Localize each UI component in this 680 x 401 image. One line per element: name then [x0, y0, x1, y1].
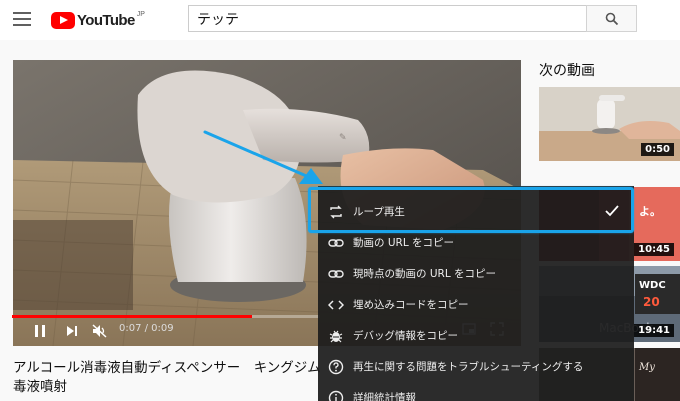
menu-item-label: 詳細統計情報 [353, 392, 416, 401]
embed-icon [328, 297, 344, 313]
help-icon [328, 359, 344, 375]
video-duration: 19:41 [634, 324, 674, 337]
video-duration: 0:50 [641, 143, 674, 156]
menu-icon[interactable] [13, 12, 31, 26]
volume-muted-icon[interactable] [92, 324, 108, 338]
logo-region: JP [136, 10, 145, 18]
link-icon [328, 266, 344, 282]
up-next-label: 次の動画 [539, 63, 595, 79]
search-button[interactable] [586, 5, 637, 32]
up-next-thumbnail[interactable]: 0:50 [539, 87, 680, 161]
time-display: 0:07 / 0:09 [119, 323, 174, 334]
menu-item-label: 埋め込みコードをコピー [353, 299, 469, 311]
masthead: YouTube JP テッテ [0, 0, 680, 40]
search-input[interactable]: テッテ [188, 5, 587, 32]
menu-item-label: 動画の URL をコピー [353, 237, 455, 249]
info-icon [328, 390, 344, 401]
youtube-play-icon [51, 11, 75, 29]
search-icon [605, 12, 618, 25]
next-icon[interactable] [66, 324, 78, 338]
menu-item-copy-url-at-time[interactable]: 現時点の動画の URL をコピー [318, 258, 634, 289]
menu-item-stats[interactable]: 詳細統計情報 [318, 382, 634, 401]
logo-text: YouTube [77, 11, 135, 29]
link-icon [328, 235, 344, 251]
pause-icon[interactable] [34, 324, 46, 338]
menu-item-troubleshoot[interactable]: 再生に関する問題をトラブルシューティングする [318, 351, 634, 382]
svg-text:よ。: よ。 [639, 205, 661, 218]
highlight-box [308, 187, 634, 233]
menu-item-label: 再生に関する問題をトラブルシューティングする [353, 361, 584, 373]
svg-text:WDC: WDC [639, 280, 666, 291]
video-title: アルコール消毒液自動ディスペンサー キングジム 毒液噴射 [13, 360, 321, 395]
youtube-logo[interactable]: YouTube JP [51, 10, 145, 30]
menu-item-copy-debug[interactable]: デバッグ情報をコピー [318, 320, 634, 351]
menu-item-copy-embed[interactable]: 埋め込みコードをコピー [318, 289, 634, 320]
bug-icon [328, 328, 344, 344]
svg-text:My: My [638, 362, 655, 373]
menu-item-label: デバッグ情報をコピー [353, 330, 458, 342]
video-duration: 10:45 [634, 243, 674, 256]
progress-played [12, 315, 252, 318]
page: YouTube JP テッテ ✎ 0:07 / 0:09 アルコール消毒液自動デ… [0, 0, 680, 401]
menu-item-label: 現時点の動画の URL をコピー [353, 268, 497, 280]
svg-text:20: 20 [643, 295, 660, 309]
